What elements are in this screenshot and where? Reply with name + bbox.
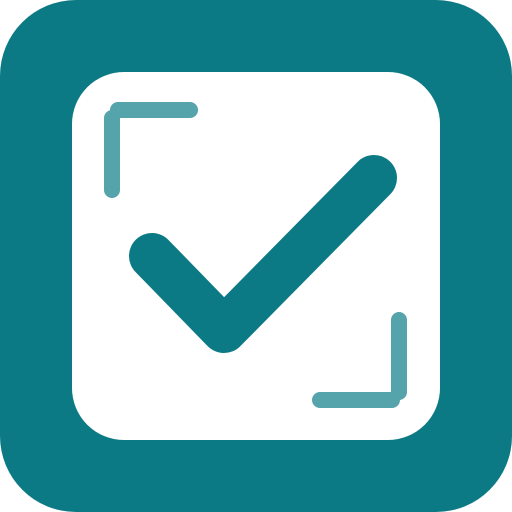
checkbox-scan-icon [0,0,512,512]
app-icon[interactable] [0,0,512,512]
icon-card [72,72,440,440]
